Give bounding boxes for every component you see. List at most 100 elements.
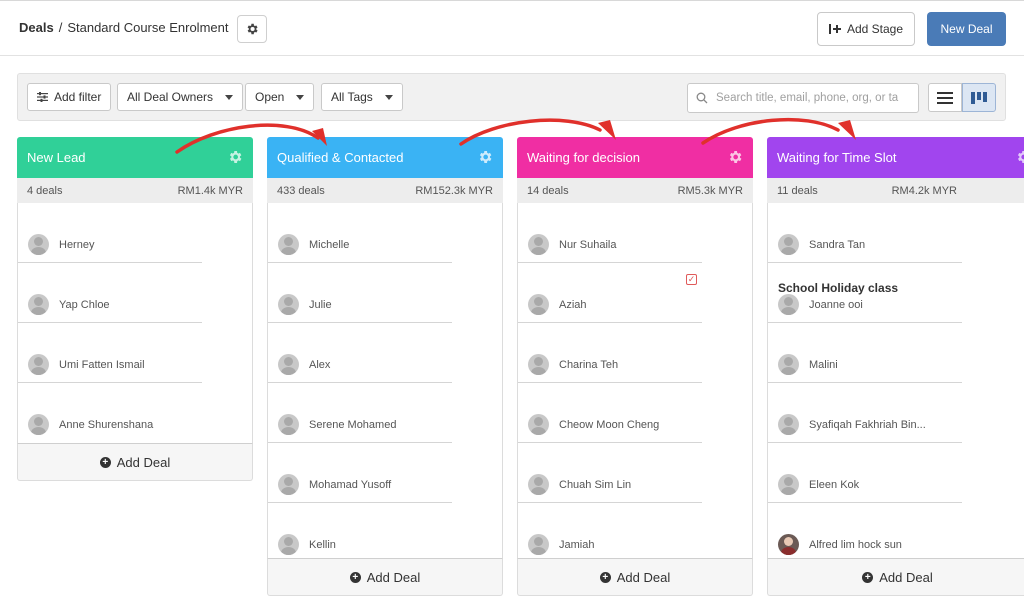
add-filter-button[interactable]: Add filter (27, 83, 112, 111)
add-deal-label: Add Deal (879, 569, 933, 585)
deal-card[interactable]: Anne Shurenshana (18, 383, 202, 443)
avatar (528, 414, 549, 435)
avatar (278, 354, 299, 375)
contact-name: Mohamad Yusoff (309, 479, 392, 491)
contact-name: Serene Mohamed (309, 419, 397, 431)
stage-column-waiting-time-slot: Waiting for Time Slot 11 deals RM4.2k MY… (767, 137, 1024, 596)
list-view-toggle[interactable] (928, 83, 962, 112)
add-deal-label: Add Deal (366, 569, 421, 585)
status-dropdown[interactable]: Open (245, 83, 315, 111)
gear-icon[interactable] (477, 149, 493, 165)
deal-card[interactable]: Syafiqah Fakhriah Bin... (768, 383, 962, 443)
deal-card[interactable]: Chuah Sim Lin (518, 443, 702, 503)
chevron-down-icon (384, 94, 393, 100)
stage-title: New Lead (27, 150, 86, 165)
deal-card[interactable]: Julie (268, 263, 452, 323)
deal-count: 14 deals (527, 184, 569, 197)
deal-card[interactable]: Alfred lim hock sun (768, 503, 962, 558)
contact-name: Kellin (309, 539, 336, 551)
gear-icon[interactable] (727, 149, 743, 165)
tags-dropdown[interactable]: All Tags (321, 83, 403, 111)
top-bar: Deals / Standard Course Enrolment Add St… (0, 0, 1024, 56)
deal-card[interactable]: Umi Fatten Ismail (18, 323, 202, 383)
tags-label: All Tags (331, 90, 373, 104)
filter-bar: Add filter All Deal Owners Open All Tags (17, 73, 1006, 121)
add-deal-button[interactable]: + Add Deal (767, 558, 1024, 596)
deal-owners-label: All Deal Owners (127, 90, 214, 104)
new-deal-button[interactable]: New Deal (927, 12, 1006, 46)
contact-name: Umi Fatten Ismail (59, 359, 145, 371)
deal-amount: RM152.3k MYR (415, 184, 493, 197)
search-box (687, 83, 919, 113)
contact-name: Nur Suhaila (559, 239, 617, 251)
deal-card[interactable]: Jamiah (518, 503, 702, 558)
avatar (778, 414, 799, 435)
deal-owners-dropdown[interactable]: All Deal Owners (117, 83, 244, 111)
deal-card[interactable]: Mohamad Yusoff (268, 443, 452, 503)
stage-title: Waiting for decision (527, 150, 640, 165)
add-column-icon (828, 24, 841, 34)
deal-card[interactable]: Kellin (268, 503, 452, 558)
contact-name: Cheow Moon Cheng (559, 419, 660, 431)
search-icon (696, 92, 708, 104)
contact-name: Herney (59, 239, 95, 251)
search-input[interactable] (714, 91, 914, 105)
breadcrumb-separator: / (58, 20, 63, 35)
sliders-icon (37, 92, 48, 102)
add-deal-button[interactable]: + Add Deal (267, 558, 503, 596)
deal-list: Michelle Julie Alex Serene Mohamed Moham… (267, 203, 503, 558)
deal-list: Sandra Tan School Holiday class Joanne oo… (767, 203, 1024, 558)
deal-card[interactable]: ✓ Aziah (518, 263, 702, 323)
stage-header: New Lead (17, 137, 253, 178)
contact-name: Jamiah (559, 539, 595, 551)
deal-card[interactable]: Yap Chloe (18, 263, 202, 323)
add-deal-button[interactable]: + Add Deal (17, 443, 253, 481)
deal-card[interactable]: Alex (268, 323, 452, 383)
deal-count: 4 deals (27, 184, 63, 197)
contact-name: Alfred lim hock sun (809, 539, 902, 551)
deal-card[interactable]: Charina Teh (518, 323, 702, 383)
avatar (528, 354, 549, 375)
deal-card[interactable]: Cheow Moon Cheng (518, 383, 702, 443)
avatar (778, 534, 799, 555)
plus-circle-icon: + (349, 571, 361, 583)
avatar (278, 414, 299, 435)
avatar (778, 294, 799, 315)
deal-amount: RM4.2k MYR (891, 184, 957, 197)
deal-card[interactable]: Eleen Kok (768, 443, 962, 503)
task-checkbox-icon[interactable]: ✓ (686, 274, 697, 285)
avatar (778, 354, 799, 375)
stage-header: Qualified & Contacted (267, 137, 503, 178)
pipeline-settings-button[interactable] (237, 15, 267, 43)
deal-amount: RM5.3k MYR (677, 184, 743, 197)
deal-card[interactable]: School Holiday class Joanne ooi (768, 263, 962, 323)
plus-circle-icon: + (599, 571, 611, 583)
deal-card[interactable]: Michelle (268, 203, 452, 263)
avatar (528, 294, 549, 315)
stage-summary: 433 deals RM152.3k MYR (267, 178, 503, 203)
list-icon (937, 91, 953, 104)
contact-name: Julie (309, 299, 332, 311)
contact-name: Chuah Sim Lin (559, 479, 632, 491)
deal-title: School Holiday class (778, 281, 899, 295)
add-deal-button[interactable]: + Add Deal (517, 558, 753, 596)
pipeline-selector[interactable]: Standard Course Enrolment (67, 20, 249, 35)
deal-card[interactable]: Nur Suhaila (518, 203, 702, 263)
board-view-toggle[interactable] (962, 83, 996, 112)
add-stage-button[interactable]: Add Stage (817, 12, 915, 46)
avatar (278, 534, 299, 555)
deal-card[interactable]: Serene Mohamed (268, 383, 452, 443)
deal-card[interactable]: Herney (18, 203, 202, 263)
gear-icon[interactable] (1015, 149, 1024, 165)
avatar (778, 474, 799, 495)
deal-amount: RM1.4k MYR (177, 184, 243, 197)
gear-icon[interactable] (227, 149, 243, 165)
deal-card[interactable]: Malini (768, 323, 962, 383)
pipeline-name: Standard Course Enrolment (67, 20, 229, 35)
avatar (28, 294, 49, 315)
breadcrumb-deals-link[interactable]: Deals (19, 20, 54, 35)
deal-card[interactable]: Sandra Tan (768, 203, 962, 263)
stage-column-qualified: Qualified & Contacted 433 deals RM152.3k… (267, 137, 503, 596)
contact-name: Malini (809, 359, 838, 371)
contact-name: Anne Shurenshana (59, 419, 154, 431)
